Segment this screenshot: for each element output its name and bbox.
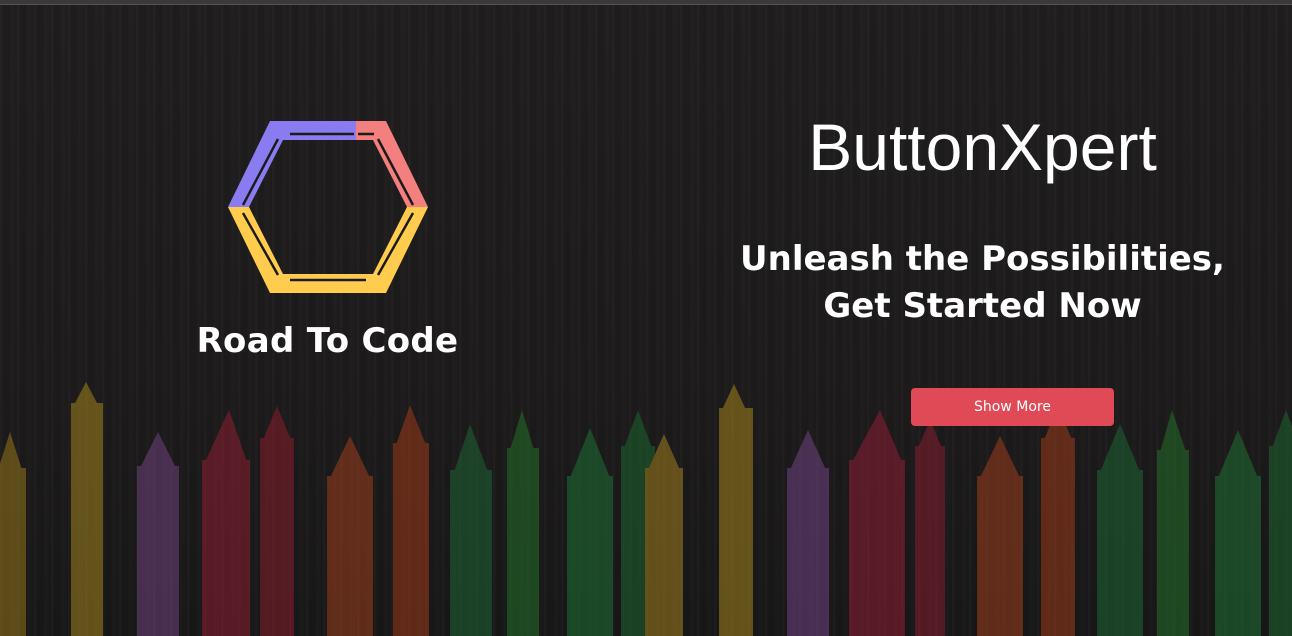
- crayon-green-8: [1269, 410, 1292, 636]
- brand-block: Road To Code: [160, 115, 495, 361]
- crayon-red-3: [849, 410, 905, 636]
- crayon-red-2: [260, 406, 294, 636]
- crayon-green-3: [567, 428, 613, 636]
- hero-subtitle-line-2: Get Started Now: [823, 286, 1142, 326]
- crayon-purple-1: [137, 432, 179, 636]
- crayon-yellow-2: [71, 382, 103, 636]
- crayon-orange-4: [1041, 406, 1075, 636]
- hero-subtitle: Unleash the Possibilities, Get Started N…: [730, 236, 1235, 330]
- crayon-purple-2: [787, 430, 829, 636]
- crayon-green-6: [1157, 410, 1189, 636]
- crayon-orange-2: [393, 405, 429, 636]
- hero-page: Road To Code ButtonXpert Unleash the Pos…: [0, 0, 1292, 636]
- crayon-red-4: [915, 420, 945, 636]
- brand-name: Road To Code: [196, 321, 459, 361]
- show-more-button[interactable]: Show More: [911, 388, 1114, 426]
- hero-subtitle-line-1: Unleash the Possibilities,: [740, 239, 1225, 279]
- crayon-green-5: [1097, 424, 1143, 636]
- hero-title: ButtonXpert: [808, 110, 1157, 184]
- crayon-red-1: [202, 410, 250, 636]
- hexagon-logo-icon: [227, 115, 428, 295]
- hero-block: ButtonXpert Unleash the Possibilities, G…: [730, 108, 1235, 330]
- crayon-orange-1: [327, 436, 373, 636]
- crayon-yellow-1: [0, 432, 26, 636]
- crayon-orange-3: [977, 436, 1023, 636]
- crayon-green-1: [450, 424, 492, 636]
- crayon-yellow-4: [719, 384, 753, 636]
- crayon-green-2: [507, 410, 539, 636]
- crayon-green-7: [1215, 430, 1261, 636]
- crayon-yellow-3: [645, 434, 683, 636]
